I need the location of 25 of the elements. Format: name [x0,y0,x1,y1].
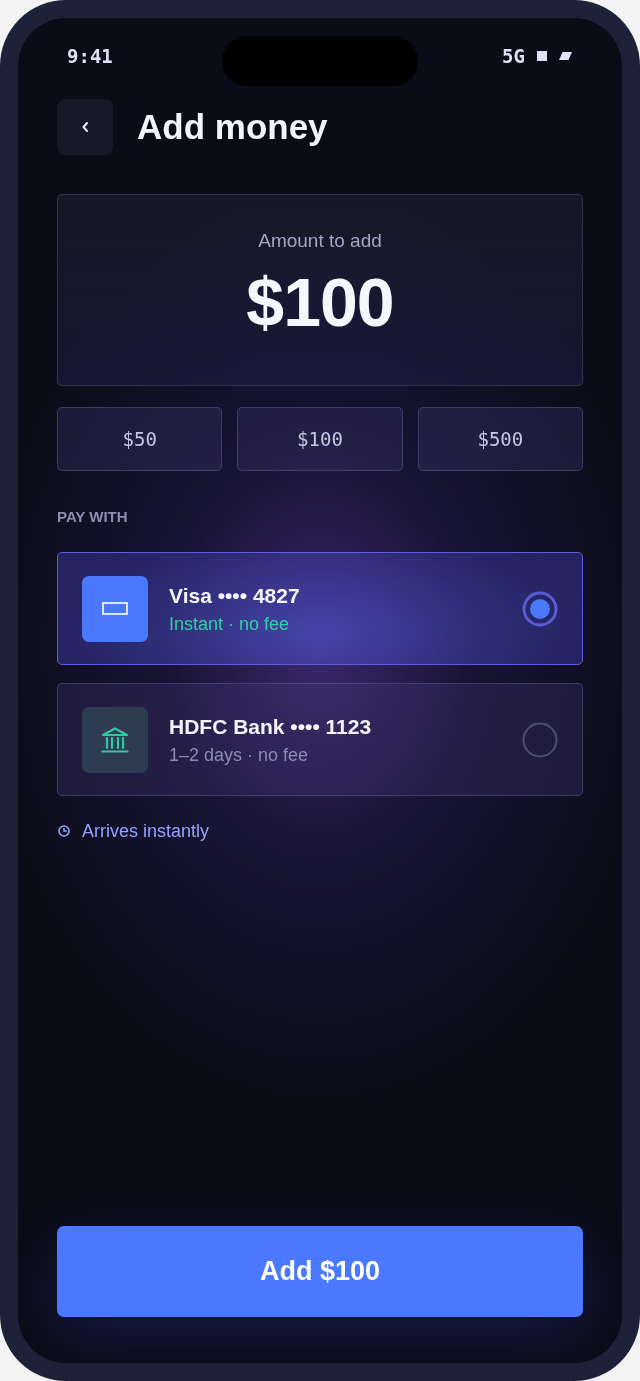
square-status-icon [537,51,547,61]
payment-method-option[interactable]: Visa •••• 4827 Instant · no fee [57,552,583,665]
bank-icon [101,726,129,753]
payment-method-name: HDFC Bank •••• 1123 [169,713,373,739]
amount-label: Amount to add [258,229,382,253]
radio-button[interactable] [522,590,558,627]
payment-method-name: Visa •••• 4827 [169,582,301,608]
network-label: 5G [502,44,525,68]
amount-value: $100 [246,264,394,340]
back-icon [82,122,88,132]
payment-method-detail: Instant · no fee [169,612,291,635]
preset-amount-button[interactable]: $100 [237,407,403,471]
parallelogram-status-icon [559,52,572,60]
add-money-button[interactable]: Add $100 [57,1226,583,1317]
section-heading: PAY WITH [57,508,128,526]
payment-method-option[interactable]: HDFC Bank •••• 1123 1–2 days · no fee [57,683,583,796]
preset-amount-button[interactable]: $50 [57,407,223,471]
preset-amount-button[interactable]: $500 [417,407,583,471]
radio-button[interactable] [522,721,558,758]
arrival-note: Arrives instantly [82,820,210,842]
status-time: 9:41 [67,44,113,68]
clock-icon [58,825,70,837]
card-icon [102,602,128,615]
page-title: Add money [137,106,328,148]
payment-method-detail: 1–2 days · no fee [169,743,310,766]
